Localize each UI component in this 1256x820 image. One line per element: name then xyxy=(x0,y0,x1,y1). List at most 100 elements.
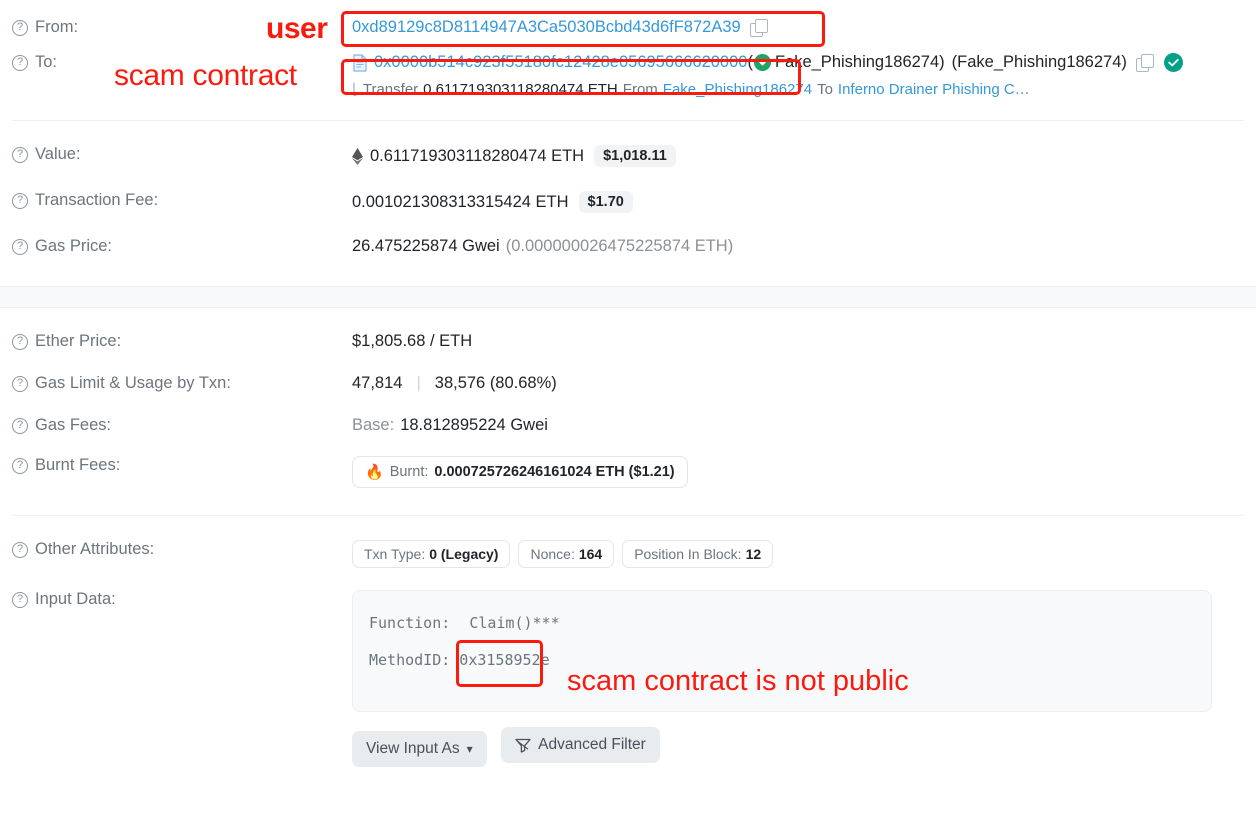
help-icon[interactable]: ? xyxy=(12,146,28,163)
other-attributes-label: Other Attributes: xyxy=(35,540,155,558)
help-icon[interactable]: ? xyxy=(12,192,28,209)
transaction-fee-value-cell: 0.001021308313315424 ETH $1.70 xyxy=(352,191,633,213)
transaction-fee-amount: 0.001021308313315424 ETH xyxy=(352,192,569,211)
gas-price-gwei: 26.475225874 Gwei xyxy=(352,237,500,255)
other-attributes-row: ? Other Attributes: Txn Type: 0 (Legacy)… xyxy=(0,516,1256,568)
to-row: ? To: 0x0000b514c923f55180fc12428e056956… xyxy=(0,37,1256,72)
help-icon[interactable]: ? xyxy=(12,19,28,36)
help-icon[interactable]: ? xyxy=(12,457,28,474)
transfer-branch-glyph: ⌊ xyxy=(352,81,358,98)
to-address-link[interactable]: 0x0000b514c923f55180fc12428e056956666200… xyxy=(374,53,747,72)
value-amount: 0.611719303118280474 ETH xyxy=(370,146,585,165)
input-data-label-cell: ? Input Data: xyxy=(12,590,352,609)
gas-fees-base-value: 18.812895224 Gwei xyxy=(400,416,548,434)
to-label-cell: ? To: xyxy=(12,53,352,72)
function-value: Claim() xyxy=(469,614,533,632)
chevron-down-icon: ▾ xyxy=(466,741,473,756)
function-key: Function: xyxy=(369,614,451,632)
transaction-fee-fiat-badge: $1.70 xyxy=(578,191,633,213)
transaction-details-page: ? From: 0xd89129c8D8114947A3Ca5030Bcbd43… xyxy=(0,0,1256,820)
attribute-txn-type: Txn Type: 0 (Legacy) xyxy=(352,540,511,568)
gas-price-value-cell: 26.475225874 Gwei (0.000000026475225874 … xyxy=(352,237,733,256)
transfer-value-cell: ⌊ Transfer 0.611719303118280474 ETH From… xyxy=(352,80,1030,99)
value-row: ? Value: 0.611719303118280474 ETH $1,018… xyxy=(0,121,1256,167)
attribute-position-in-block: Position In Block: 12 xyxy=(622,540,774,568)
ether-price-value: $1,805.68 / ETH xyxy=(352,332,473,350)
advanced-filter-button[interactable]: Advanced Filter xyxy=(501,727,660,763)
filter-icon xyxy=(515,738,531,753)
burnt-word: Burnt: xyxy=(389,464,429,480)
copy-icon[interactable] xyxy=(1135,54,1154,72)
attribute-key: Txn Type: xyxy=(364,546,426,562)
burnt-fees-value-cell: 🔥 Burnt: 0.000725726246161024 ETH ($1.21… xyxy=(352,456,688,488)
copy-icon[interactable] xyxy=(749,19,768,37)
value-label: Value: xyxy=(35,145,81,163)
to-open-paren: ( xyxy=(747,53,753,71)
input-data-methodid-line: MethodID: 0x3158952e xyxy=(369,650,550,669)
from-label: From: xyxy=(35,18,79,36)
help-icon[interactable]: ? xyxy=(12,333,28,350)
transfer-to-name[interactable]: Inferno Drainer Phishing C… xyxy=(838,81,1030,98)
value-value-cell: 0.611719303118280474 ETH $1,018.11 xyxy=(352,145,676,167)
help-icon[interactable]: ? xyxy=(12,54,28,71)
phishing-tag-icon xyxy=(753,54,771,71)
gas-limit-separator: | xyxy=(416,374,421,392)
gas-price-label-cell: ? Gas Price: xyxy=(12,237,352,256)
gas-price-row: ? Gas Price: 26.475225874 Gwei (0.000000… xyxy=(0,213,1256,256)
from-label-cell: ? From: xyxy=(12,18,352,37)
help-icon[interactable]: ? xyxy=(12,375,28,392)
gas-price-label: Gas Price: xyxy=(35,237,113,255)
gas-limit-label: Gas Limit & Usage by Txn: xyxy=(35,374,231,392)
other-attributes-label-cell: ? Other Attributes: xyxy=(12,540,352,559)
transfer-from-name[interactable]: Fake_Phishing186274 xyxy=(663,81,812,98)
from-row: ? From: 0xd89129c8D8114947A3Ca5030Bcbd43… xyxy=(0,0,1256,37)
input-data-function-line: Function: Claim()*** xyxy=(369,605,1195,642)
transfer-to-word: To xyxy=(817,80,833,98)
transaction-fee-label-cell: ? Transaction Fee: xyxy=(12,191,352,210)
to-tag-inline: Fake_Phishing186274) xyxy=(774,53,945,71)
transfer-amount: 0.611719303118280474 ETH xyxy=(423,80,618,98)
attribute-value: 164 xyxy=(578,546,603,562)
attribute-nonce: Nonce: 164 xyxy=(518,540,615,568)
transfer-from-word: From xyxy=(622,80,658,98)
ether-price-label-cell: ? Ether Price: xyxy=(12,332,352,351)
contract-document-icon xyxy=(353,53,367,72)
input-data-textarea[interactable]: Function: Claim()*** MethodID: 0x3158952… xyxy=(352,590,1212,712)
gas-fees-label: Gas Fees: xyxy=(35,416,112,434)
gas-used-amount: 38,576 (80.68%) xyxy=(434,374,557,392)
value-label-cell: ? Value: xyxy=(12,145,352,164)
burnt-amount: 0.000725726246161024 ETH ($1.21) xyxy=(434,464,675,480)
help-icon[interactable]: ? xyxy=(12,417,28,434)
gas-fees-value-cell: Base: 18.812895224 Gwei xyxy=(352,416,548,435)
internal-transfer-row: ⌊ Transfer 0.611719303118280474 ETH From… xyxy=(0,72,1256,99)
verified-check-icon xyxy=(1163,53,1183,72)
gas-fees-label-cell: ? Gas Fees: xyxy=(12,416,352,435)
fire-icon: 🔥 xyxy=(365,464,384,481)
from-address-link[interactable]: 0xd89129c8D8114947A3Ca5030Bcbd43d6fF872A… xyxy=(352,18,741,37)
help-icon[interactable]: ? xyxy=(12,591,28,608)
gas-limit-row: ? Gas Limit & Usage by Txn: 47,814 | 38,… xyxy=(0,351,1256,393)
ether-price-label: Ether Price: xyxy=(35,332,122,350)
attribute-value: 12 xyxy=(745,546,762,562)
burnt-fees-badge: 🔥 Burnt: 0.000725726246161024 ETH ($1.21… xyxy=(352,456,688,488)
transfer-prefix: Transfer xyxy=(362,80,419,98)
help-icon[interactable]: ? xyxy=(12,541,28,558)
attribute-key: Nonce: xyxy=(530,546,575,562)
view-input-as-button[interactable]: View Input As ▾ xyxy=(352,730,487,767)
attribute-key: Position In Block: xyxy=(634,546,742,562)
help-icon[interactable]: ? xyxy=(12,238,28,255)
ether-price-row: ? Ether Price: $1,805.68 / ETH xyxy=(0,308,1256,351)
gas-limit-label-cell: ? Gas Limit & Usage by Txn: xyxy=(12,374,352,393)
view-input-as-label: View Input As xyxy=(366,739,460,757)
input-data-value-cell: Function: Claim()*** MethodID: 0x3158952… xyxy=(352,590,1212,767)
ethereum-icon xyxy=(352,147,363,165)
section-band-divider xyxy=(0,286,1256,308)
gas-limit-value-cell: 47,814 | 38,576 (80.68%) xyxy=(352,374,557,393)
burnt-fees-row: ? Burnt Fees: 🔥 Burnt: 0.000725726246161… xyxy=(0,435,1256,488)
gas-price-eth: (0.000000026475225874 ETH) xyxy=(505,237,734,255)
transaction-fee-label: Transaction Fee: xyxy=(35,191,159,209)
burnt-fees-label: Burnt Fees: xyxy=(35,456,121,474)
to-label: To: xyxy=(35,53,58,71)
to-value-cell: 0x0000b514c923f55180fc12428e056956666200… xyxy=(352,53,1183,72)
value-fiat-badge: $1,018.11 xyxy=(594,145,676,167)
